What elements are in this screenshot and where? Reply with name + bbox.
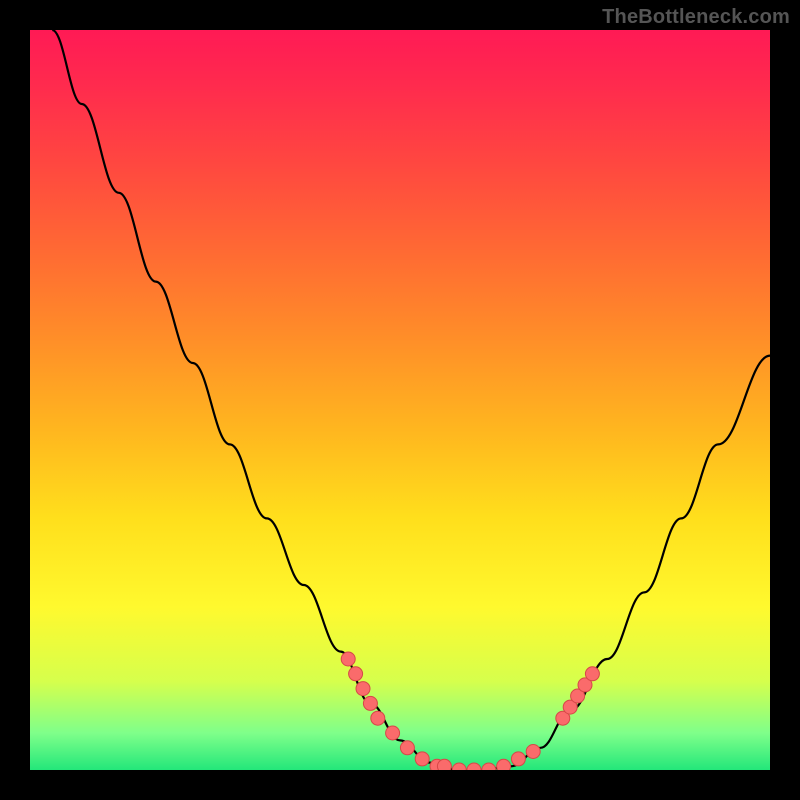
data-marker <box>585 667 599 681</box>
data-marker <box>467 763 481 770</box>
data-marker <box>437 759 451 770</box>
data-marker <box>482 763 496 770</box>
data-marker <box>386 726 400 740</box>
data-marker <box>363 696 377 710</box>
data-marker <box>497 759 511 770</box>
chart-frame: TheBottleneck.com <box>0 0 800 800</box>
data-marker <box>415 752 429 766</box>
data-marker <box>371 711 385 725</box>
data-marker <box>356 682 370 696</box>
data-marker <box>511 752 525 766</box>
bottleneck-curve <box>52 30 770 770</box>
watermark-text: TheBottleneck.com <box>602 6 790 29</box>
data-marker <box>341 652 355 666</box>
data-marker <box>349 667 363 681</box>
data-marker <box>452 763 466 770</box>
data-marker <box>526 745 540 759</box>
chart-svg <box>30 30 770 770</box>
data-marker <box>400 741 414 755</box>
plot-area <box>30 30 770 770</box>
